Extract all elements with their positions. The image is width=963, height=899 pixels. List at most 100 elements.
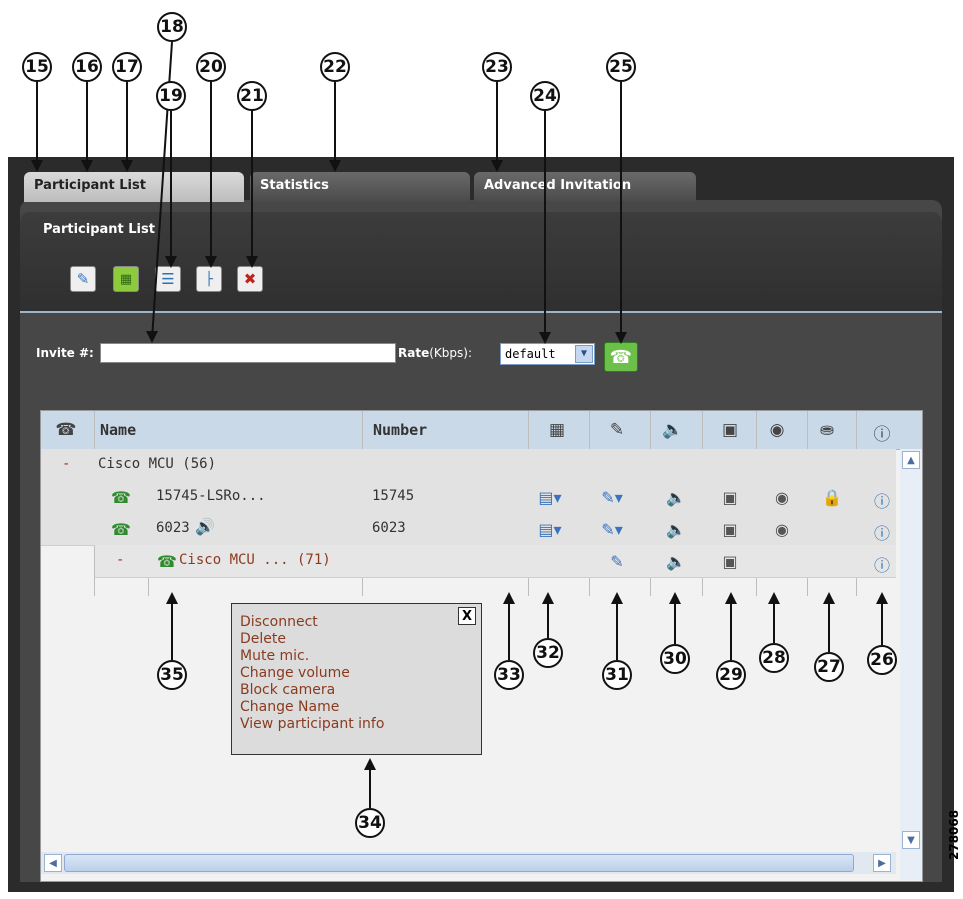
- info-icon[interactable]: ⓘ: [870, 488, 894, 512]
- scroll-right-icon[interactable]: ▶: [873, 854, 891, 872]
- rate-label: Rate(Kbps):: [398, 346, 472, 360]
- tab-statistics[interactable]: Statistics: [250, 172, 470, 202]
- microphone-dropdown-icon[interactable]: ✎▾: [600, 488, 624, 507]
- callout-35: 35: [157, 660, 187, 690]
- speaker-icon[interactable]: 🔈: [664, 488, 688, 507]
- tree-view-button[interactable]: ├: [196, 266, 222, 292]
- menu-item-block-camera[interactable]: Block camera: [240, 682, 335, 698]
- participant-context-menu: Disconnect Delete Mute mic. Change volum…: [231, 603, 482, 755]
- call-button[interactable]: ☎: [604, 342, 638, 372]
- phone-icon: ☎: [609, 346, 633, 368]
- callout-30: 30: [660, 644, 690, 674]
- menu-item-change-volume[interactable]: Change volume: [240, 665, 350, 681]
- vertical-scrollbar[interactable]: [900, 449, 922, 880]
- info-column-icon: ⓘ: [873, 425, 891, 445]
- microphone-dropdown-icon[interactable]: ✎▾: [600, 520, 624, 539]
- column-name[interactable]: Name: [100, 411, 136, 449]
- rate-selected-value: default: [505, 347, 556, 361]
- monitor-icon[interactable]: ▣: [718, 520, 742, 539]
- callout-34: 34: [355, 808, 385, 838]
- callout-20: 20: [196, 52, 226, 82]
- callout-32: 32: [533, 638, 563, 668]
- lock-column-icon: ⛂: [819, 420, 835, 440]
- callout-19: 19: [156, 81, 186, 111]
- participant-number: 15745: [372, 488, 415, 504]
- camera-icon[interactable]: ◉: [770, 488, 794, 507]
- phone-icon: ☎: [111, 488, 131, 507]
- callout-16: 16: [72, 52, 102, 82]
- tab-participant-list[interactable]: Participant List: [24, 172, 244, 202]
- phone-column-icon: ☎: [55, 420, 77, 440]
- remove-participant-icon: ✖: [243, 270, 257, 288]
- layout-button[interactable]: ▦: [113, 266, 139, 292]
- participant-name: 15745-LSRo...: [156, 488, 266, 504]
- speaking-icon: 🔊: [195, 517, 215, 536]
- nested-toggle[interactable]: -: [116, 552, 124, 568]
- monitor-icon[interactable]: ▣: [718, 488, 742, 507]
- tab-advanced-invitation[interactable]: Advanced Invitation: [474, 172, 696, 202]
- remove-participant-button[interactable]: ✖: [237, 266, 263, 292]
- info-icon[interactable]: ⓘ: [870, 552, 894, 576]
- list-view-button[interactable]: ☰: [155, 266, 181, 292]
- horizontal-scroll-thumb[interactable]: [64, 854, 854, 872]
- cascade-phone-icon: ☎: [157, 552, 177, 571]
- invite-label: Invite #:: [36, 346, 94, 360]
- menu-item-change-name[interactable]: Change Name: [240, 699, 339, 715]
- menu-item-delete[interactable]: Delete: [240, 631, 286, 647]
- callout-29: 29: [716, 660, 746, 690]
- menu-close-button[interactable]: X: [458, 607, 476, 625]
- table-header: [41, 411, 922, 450]
- lock-icon[interactable]: 🔒: [820, 488, 844, 507]
- panel-title: Participant List: [43, 222, 155, 237]
- menu-item-disconnect[interactable]: Disconnect: [240, 614, 318, 630]
- layout-grid-icon: ▦: [119, 271, 133, 287]
- speaker-column-icon: 🔈: [662, 420, 684, 440]
- nested-label: Cisco MCU ... (71): [179, 552, 331, 568]
- mute-all-button[interactable]: ✎: [70, 266, 96, 292]
- invite-number-input[interactable]: [100, 343, 396, 363]
- scroll-up-icon[interactable]: ▲: [902, 451, 920, 469]
- speaker-icon[interactable]: 🔈: [664, 552, 688, 571]
- callout-23: 23: [482, 52, 512, 82]
- callout-33: 33: [494, 660, 524, 690]
- rate-unit: (Kbps):: [429, 346, 472, 360]
- callout-17: 17: [112, 52, 142, 82]
- callout-28: 28: [759, 643, 789, 673]
- camera-icon[interactable]: ◉: [770, 520, 794, 539]
- group-toggle[interactable]: -: [62, 456, 70, 472]
- rate-select[interactable]: default ▼: [500, 343, 595, 365]
- layout-column-icon: ▦: [548, 420, 566, 440]
- callout-24: 24: [530, 81, 560, 111]
- menu-item-mute-mic[interactable]: Mute mic.: [240, 648, 309, 664]
- panel-separator: [20, 311, 942, 313]
- tree-view-icon: ├: [205, 271, 213, 287]
- microphone-column-icon: ✎: [609, 420, 625, 440]
- scroll-left-icon[interactable]: ◀: [44, 854, 62, 872]
- callout-27: 27: [814, 652, 844, 682]
- info-icon[interactable]: ⓘ: [870, 520, 894, 544]
- callout-18: 18: [157, 12, 187, 42]
- hd-monitor-icon[interactable]: ▣: [718, 552, 742, 571]
- callout-31: 31: [602, 660, 632, 690]
- panel-header: [20, 212, 942, 312]
- speaker-icon[interactable]: 🔈: [664, 520, 688, 539]
- column-number[interactable]: Number: [373, 411, 427, 449]
- group-label: Cisco MCU (56): [98, 456, 217, 472]
- callout-21: 21: [237, 81, 267, 111]
- chevron-down-icon[interactable]: ▼: [575, 345, 593, 363]
- figure-id: 278068: [947, 809, 961, 860]
- callout-15: 15: [22, 52, 52, 82]
- microphone-icon[interactable]: ✎: [605, 552, 629, 571]
- microphone-icon: ✎: [76, 270, 90, 288]
- participant-name: 6023: [156, 520, 190, 536]
- menu-item-view-participant-info[interactable]: View participant info: [240, 716, 384, 732]
- scroll-down-icon[interactable]: ▼: [902, 831, 920, 849]
- phone-icon: ☎: [111, 520, 131, 539]
- callout-25: 25: [606, 52, 636, 82]
- layout-dropdown-icon[interactable]: ▤▾: [538, 520, 562, 539]
- list-view-icon: ☰: [161, 270, 175, 288]
- layout-dropdown-icon[interactable]: ▤▾: [538, 488, 562, 507]
- callout-22: 22: [320, 52, 350, 82]
- callout-26: 26: [867, 645, 897, 675]
- monitor-column-icon: ▣: [721, 420, 739, 440]
